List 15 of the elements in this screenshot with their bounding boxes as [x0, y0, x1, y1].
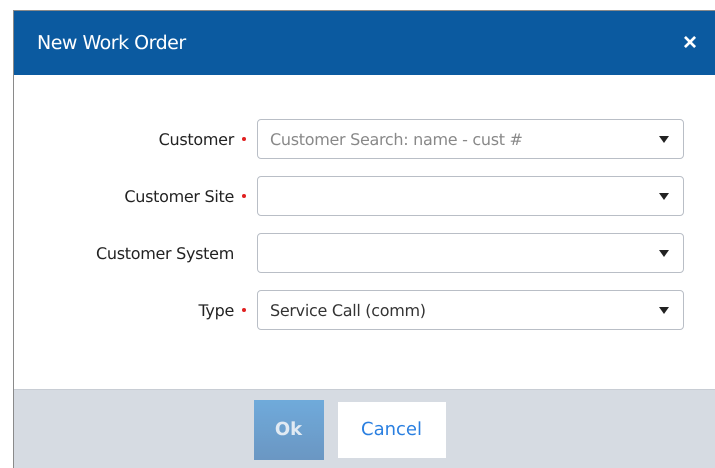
field-label: Customer System [96, 244, 234, 262]
close-button[interactable]: × [682, 31, 697, 55]
dropdown-field[interactable]: Customer Search: name - cust # [257, 119, 684, 159]
cancel-button[interactable]: Cancel [338, 402, 446, 458]
dropdown-field[interactable] [257, 233, 684, 273]
dropdown-field[interactable]: Service Call (comm) [257, 290, 684, 330]
caret-icon [659, 250, 669, 256]
field-label: Customer [158, 130, 234, 148]
caret-icon [659, 192, 669, 200]
field-label: Customer Site [124, 186, 234, 206]
field-label: Type [198, 300, 234, 320]
caret-icon [659, 306, 669, 314]
dropdown-field[interactable] [257, 176, 684, 216]
dialog-title: New Work Order [37, 32, 186, 54]
caret-icon [659, 136, 669, 142]
